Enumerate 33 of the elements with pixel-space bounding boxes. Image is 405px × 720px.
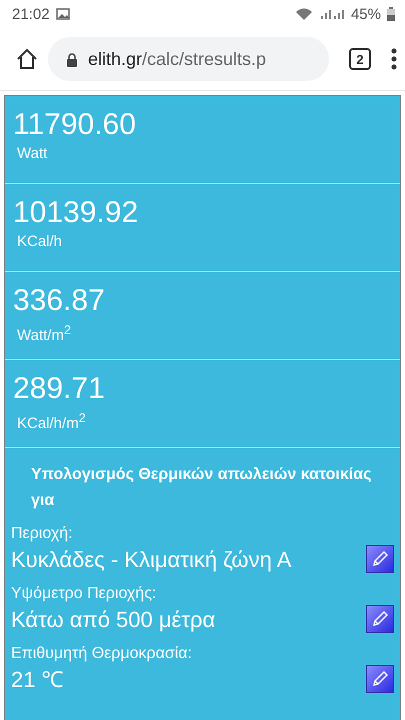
result-unit: KCal/h: [17, 232, 64, 252]
result-unit: Watt/m$^{2}$: [17, 322, 72, 346]
result-unit: KCal/h/m$^{2}$: [17, 410, 87, 434]
signal-icon: [318, 8, 345, 20]
battery-level: 45%: [350, 6, 381, 22]
edit-button[interactable]: [366, 665, 394, 693]
pencil-icon: [371, 550, 389, 568]
result-value: 289.71: [13, 371, 106, 407]
tab-count[interactable]: 2: [349, 48, 371, 70]
result-value: 10139.92: [13, 195, 140, 231]
parameter-label: Υψόμετρο Περιοχής:: [11, 584, 158, 604]
result-unit: Watt: [17, 144, 48, 164]
result-value: 11790.60: [13, 107, 137, 143]
pencil-icon: [371, 670, 389, 688]
lock-icon: [66, 52, 78, 66]
parameter-value: 21 ℃: [11, 666, 65, 694]
url-text: elith.gr/calc/stresults.p: [88, 48, 266, 70]
address-bar[interactable]: elith.gr/calc/stresults.p: [48, 37, 329, 81]
parameter-value: Κυκλάδες - Κλιματική ζώνη Α: [11, 546, 292, 574]
status-time: 21:02: [12, 6, 50, 22]
edit-button[interactable]: [366, 605, 394, 633]
parameter-label: Επιθυμητή Θερμοκρασία:: [11, 644, 193, 664]
edit-button[interactable]: [366, 545, 394, 573]
home-icon[interactable]: [16, 48, 38, 70]
image-icon: [56, 8, 70, 20]
wifi-icon: [294, 7, 313, 21]
result-value: 336.87: [13, 283, 106, 319]
section-title: Υπολογισμός Θερμικών απωλειών κατοικίας για: [30, 465, 372, 511]
pencil-icon: [371, 610, 389, 628]
battery-icon: [387, 7, 395, 21]
parameter-label: Περιοχή:: [11, 524, 74, 544]
menu-icon[interactable]: [391, 48, 397, 70]
parameter-value: Κάτω από 500 μέτρα: [11, 606, 216, 634]
